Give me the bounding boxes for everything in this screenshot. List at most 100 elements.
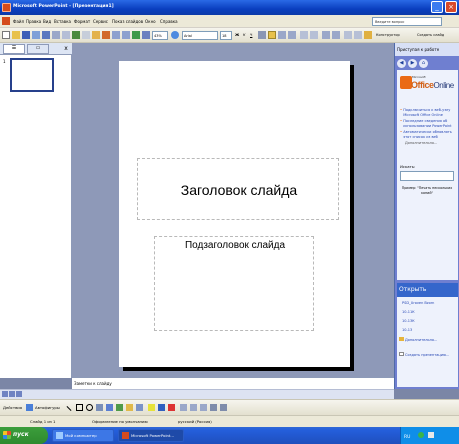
slideshow-icon[interactable] [16, 391, 22, 397]
print-preview-icon[interactable] [62, 31, 70, 39]
align-right-icon[interactable] [288, 31, 296, 39]
italic-button[interactable]: К [243, 33, 246, 37]
task-pane-header[interactable]: Приступая к работе [395, 43, 459, 56]
back-arrow-icon[interactable]: ◀ [397, 59, 406, 68]
design-button[interactable]: Конструктор [376, 33, 400, 37]
increase-font-icon[interactable] [322, 31, 330, 39]
slide-subtitle[interactable]: Подзаголовок слайда [155, 240, 315, 251]
underline-button[interactable]: Ч [250, 33, 252, 37]
title-placeholder[interactable]: Заголовок слайда [137, 158, 339, 220]
open-more-link[interactable]: Дополнительно... [399, 337, 437, 342]
menu-insert[interactable]: Вставка [54, 19, 71, 24]
language-indicator[interactable]: RU [404, 435, 410, 440]
increase-indent-icon[interactable] [354, 31, 362, 39]
link-office-online[interactable]: Подключиться к веб-узлу Microsoft Office… [403, 108, 456, 117]
menu-edit[interactable]: Правка [26, 19, 41, 24]
help-question-input[interactable]: Введите вопрос [372, 17, 442, 26]
taskbar-powerpoint[interactable]: Microsoft PowerPoint... [118, 429, 184, 442]
volume-icon[interactable] [428, 432, 435, 438]
redo-icon[interactable] [122, 31, 130, 39]
font-select[interactable]: Arial [182, 31, 218, 40]
actions-menu[interactable]: Действия [3, 405, 22, 410]
tab-outline[interactable]: ☰ [3, 44, 25, 54]
textbox-icon[interactable] [96, 404, 103, 411]
undo-icon[interactable] [112, 31, 120, 39]
menu-format[interactable]: Формат [74, 19, 90, 24]
font-color-icon[interactable] [364, 31, 372, 39]
font-color-draw-icon[interactable] [168, 404, 175, 411]
email-icon[interactable] [42, 31, 50, 39]
picture-icon[interactable] [136, 404, 143, 411]
document-icon[interactable] [2, 17, 10, 25]
recent-file-2[interactable]: 10-11К [402, 310, 415, 314]
line-color-icon[interactable] [158, 404, 165, 411]
slide-sorter-icon[interactable] [9, 391, 15, 397]
help-icon[interactable] [171, 31, 179, 39]
powerpoint-app-icon[interactable] [2, 3, 11, 12]
menu-tools[interactable]: Сервис [93, 19, 108, 24]
network-icon[interactable] [417, 432, 424, 438]
spelling-icon[interactable] [72, 31, 80, 39]
start-button[interactable]: пуск [0, 427, 48, 444]
decrease-indent-icon[interactable] [344, 31, 352, 39]
zoom-select[interactable]: 43% [152, 31, 168, 40]
notes-placeholder[interactable]: Заметки к слайду [74, 381, 112, 386]
notes-pane[interactable]: Заметки к слайду [72, 377, 394, 389]
link-auto-update[interactable]: Автоматически обновлять этот список из в… [403, 130, 456, 139]
recent-file-1[interactable]: PSD_Uroven Bzorn [402, 301, 434, 305]
dash-style-icon[interactable] [190, 404, 197, 411]
create-presentation-link[interactable]: Создать презентацию... [399, 352, 449, 357]
shadow-style-icon[interactable] [210, 404, 217, 411]
home-icon[interactable]: ⌂ [419, 59, 428, 68]
recent-file-3[interactable]: 10-13К [402, 319, 415, 323]
subtitle-placeholder[interactable]: Подзаголовок слайда [154, 236, 314, 331]
recent-file-4[interactable]: 10-13 [402, 328, 412, 332]
align-left-icon[interactable] [268, 31, 276, 39]
close-pane-button[interactable]: x [62, 44, 70, 54]
menu-view[interactable]: Вид [43, 19, 51, 24]
format-painter-icon[interactable] [102, 31, 110, 39]
close-button[interactable]: × [445, 1, 457, 13]
select-objects-icon[interactable] [26, 404, 33, 411]
diagram-icon[interactable] [116, 404, 123, 411]
wordart-icon[interactable] [106, 404, 113, 411]
line-icon[interactable] [66, 406, 72, 411]
link-latest-news[interactable]: Последние сведения об использовании Powe… [403, 119, 456, 128]
permission-icon[interactable] [32, 31, 40, 39]
save-icon[interactable] [22, 31, 30, 39]
decrease-font-icon[interactable] [332, 31, 340, 39]
rectangle-icon[interactable] [76, 404, 83, 411]
new-slide-button[interactable]: Создать слайд [417, 33, 444, 37]
fill-color-icon[interactable] [148, 404, 155, 411]
normal-view-icon[interactable] [2, 391, 8, 397]
numbering-icon[interactable] [300, 31, 308, 39]
menu-file[interactable]: Файл [13, 19, 24, 24]
search-input[interactable] [400, 171, 454, 181]
autoshapes-menu[interactable]: Автофигуры [35, 405, 60, 410]
line-style-icon[interactable] [180, 404, 187, 411]
print-icon[interactable] [52, 31, 60, 39]
clipart-icon[interactable] [126, 404, 133, 411]
minimize-button[interactable]: _ [431, 1, 443, 13]
insert-table-icon[interactable] [142, 31, 150, 39]
menu-help[interactable]: Справка [160, 19, 178, 24]
taskbar-my-computer[interactable]: Мой компьютер [52, 429, 114, 442]
forward-arrow-icon[interactable]: ▶ [408, 59, 417, 68]
align-center-icon[interactable] [278, 31, 286, 39]
oval-icon[interactable] [86, 404, 93, 411]
menu-window[interactable]: Окно [145, 19, 156, 24]
slide-canvas[interactable]: Заголовок слайда Подзаголовок слайда [119, 61, 350, 367]
cut-icon[interactable] [82, 31, 90, 39]
arrow-style-icon[interactable] [200, 404, 207, 411]
slide-title[interactable]: Заголовок слайда [138, 182, 340, 198]
bold-button[interactable]: Ж [235, 33, 239, 37]
open-folder-icon[interactable] [12, 31, 20, 39]
tab-slides[interactable]: ▭ [27, 44, 49, 54]
bullets-icon[interactable] [310, 31, 318, 39]
menu-slideshow[interactable]: Показ слайдов [112, 19, 143, 24]
font-size-select[interactable]: 18 [220, 31, 232, 40]
shadow-icon[interactable] [258, 31, 266, 39]
insert-chart-icon[interactable] [132, 31, 140, 39]
3d-style-icon[interactable] [220, 404, 227, 411]
more-link[interactable]: Дополнительно... [405, 141, 456, 146]
